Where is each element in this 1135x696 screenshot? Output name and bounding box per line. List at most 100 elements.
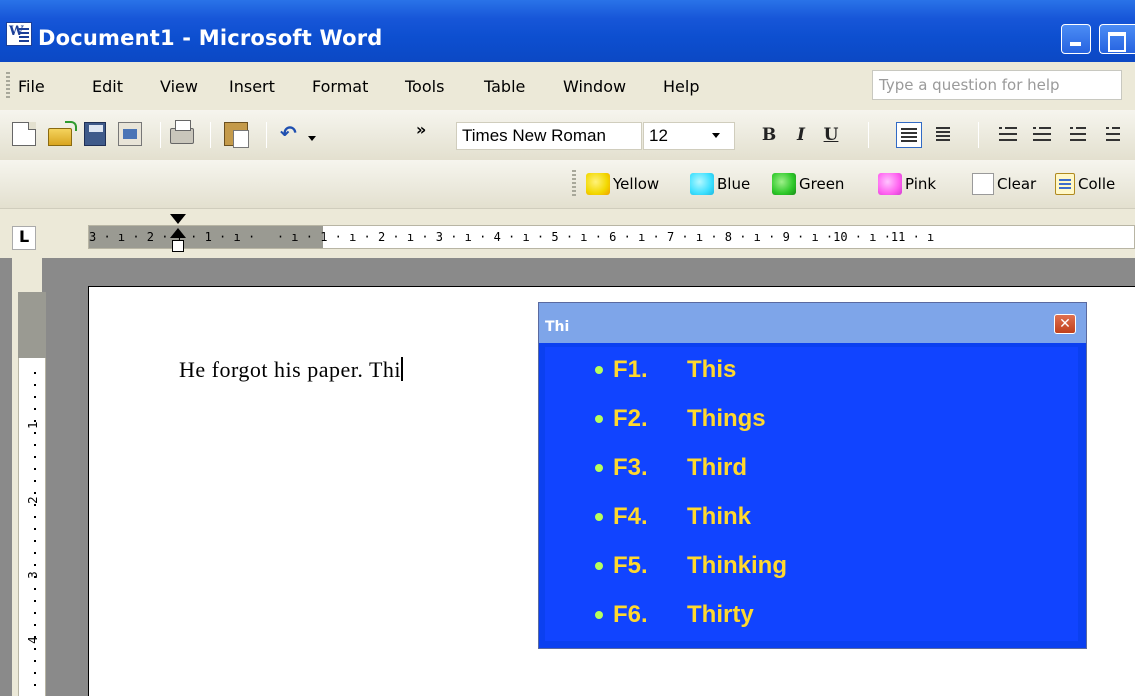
suggestion-item[interactable]: F4. Think [595,500,751,534]
green-highlight-icon [772,173,796,195]
suggestion-key: F6. [613,601,648,628]
vertical-ruler-tick [34,396,36,398]
align-left-button[interactable] [896,122,922,148]
italic-button[interactable]: I [788,122,814,148]
highlight-toolbar-gripper[interactable] [572,170,576,198]
vertical-ruler-tick [34,540,36,542]
horizontal-ruler[interactable]: 3 · ı · 2 · ı · 1 · ı · · ı · 1 · ı · 2 … [88,225,1135,249]
toolbar-separator [266,122,267,148]
highlight-clear-button[interactable]: Clear [972,172,1036,196]
bullet-icon [595,415,603,423]
menu-tools[interactable]: Tools [405,77,444,96]
menu-insert[interactable]: Insert [229,77,275,96]
vertical-ruler-tick [34,384,36,386]
vertical-ruler-tick [34,576,36,578]
paste-icon[interactable] [224,122,249,148]
minimize-button[interactable] [1061,24,1091,54]
increase-indent-button[interactable] [1098,122,1124,148]
bullets-icon [1033,127,1051,129]
suggestion-key: F3. [613,454,648,481]
toolbar-separator [978,122,979,148]
popup-title-bar[interactable]: Thi ✕ [539,303,1086,343]
document-paragraph: He forgot his paper. Thi [179,357,401,382]
open-folder-icon[interactable] [48,121,77,146]
bullet-icon [595,611,603,619]
word-app-icon[interactable]: W [6,22,32,46]
menu-file[interactable]: File [18,77,45,96]
first-line-indent-icon[interactable] [170,214,186,224]
menu-edit[interactable]: Edit [92,77,123,96]
permission-icon[interactable] [118,122,142,146]
document-text[interactable]: He forgot his paper. Thi [179,357,403,383]
underline-button[interactable]: U [818,122,844,148]
menu-bar: File Edit View Insert Format Tools Table… [0,62,1135,110]
vertical-ruler-tick [34,648,36,650]
vertical-ruler-tick [34,504,36,506]
tab-selector-button[interactable] [12,226,36,250]
vertical-ruler-tick [34,684,36,686]
menubar-gripper[interactable] [6,72,10,100]
vertical-ruler-tick [34,564,36,566]
window-title: Document1 - Microsoft Word [38,26,383,50]
highlight-yellow-label: Yellow [613,175,660,193]
suggestion-item[interactable]: F6. Thirty [595,598,754,632]
save-icon[interactable] [84,122,106,146]
menu-help[interactable]: Help [663,77,699,96]
suggestion-item[interactable]: F5. Thinking [595,549,787,583]
suggestion-key: F1. [613,356,648,383]
font-size-dropdown-arrow-icon[interactable] [712,133,720,138]
toolbar-separator [160,122,161,148]
vertical-ruler-tick [34,372,36,374]
undo-dropdown-arrow-icon[interactable] [308,136,316,141]
title-bar: W Document1 - Microsoft Word [0,0,1135,62]
menu-view[interactable]: View [160,77,198,96]
font-name-select[interactable]: Times New Roman [456,122,642,150]
bullet-icon [595,366,603,374]
bold-button[interactable]: B [756,122,782,148]
decrease-indent-button[interactable] [1064,122,1090,148]
numbering-button[interactable] [996,122,1022,148]
highlight-collect-button[interactable]: Colle [1055,172,1115,196]
highlight-blue-button[interactable]: Blue [690,172,750,196]
pink-highlight-icon [878,173,902,195]
suggestion-item[interactable]: F1. This [595,353,736,387]
align-center-button[interactable] [930,122,956,148]
vertical-ruler-tick [34,660,36,662]
suggestion-item[interactable]: F2. Things [595,402,766,436]
text-cursor [401,357,403,381]
highlight-green-button[interactable]: Green [772,172,844,196]
vertical-ruler-number: 2 [26,496,40,504]
help-search-input[interactable]: Type a question for help [872,70,1122,100]
suggestion-key: F4. [613,503,648,530]
vertical-ruler-tick [34,672,36,674]
hanging-indent-icon[interactable] [170,228,186,238]
vertical-ruler-tick [34,636,36,638]
bullet-icon [595,464,603,472]
vertical-ruler[interactable] [12,258,46,696]
left-indent-icon[interactable] [172,240,184,252]
print-icon[interactable] [170,120,194,144]
highlight-pink-button[interactable]: Pink [878,172,936,196]
vertical-ruler-tick [34,480,36,482]
suggestion-word: Think [687,503,751,530]
new-document-icon[interactable] [12,122,36,146]
toolbar-options-chevron-icon[interactable]: » [416,120,426,139]
menu-format[interactable]: Format [312,77,368,96]
menu-window[interactable]: Window [563,77,626,96]
highlight-yellow-button[interactable]: Yellow [586,172,659,196]
decrease-indent-icon [1070,127,1086,129]
popup-close-button[interactable]: ✕ [1054,314,1076,334]
suggestion-item[interactable]: F3. Third [595,451,747,485]
bullets-button[interactable] [1030,122,1056,148]
menu-table[interactable]: Table [484,77,525,96]
maximize-button[interactable] [1099,24,1135,54]
popup-title: Thi [545,319,570,335]
bullet-icon [595,513,603,521]
vertical-ruler-tick [34,600,36,602]
font-size-select[interactable]: 12 [643,122,735,150]
highlight-toolbar: Yellow Blue Green Pink Clear Colle [0,160,1135,208]
highlight-green-label: Green [799,175,845,193]
standard-toolbar: ↶ » Times New Roman 12 B I U [0,110,1135,160]
increase-indent-icon [1106,127,1120,129]
undo-icon[interactable]: ↶ [280,121,304,145]
